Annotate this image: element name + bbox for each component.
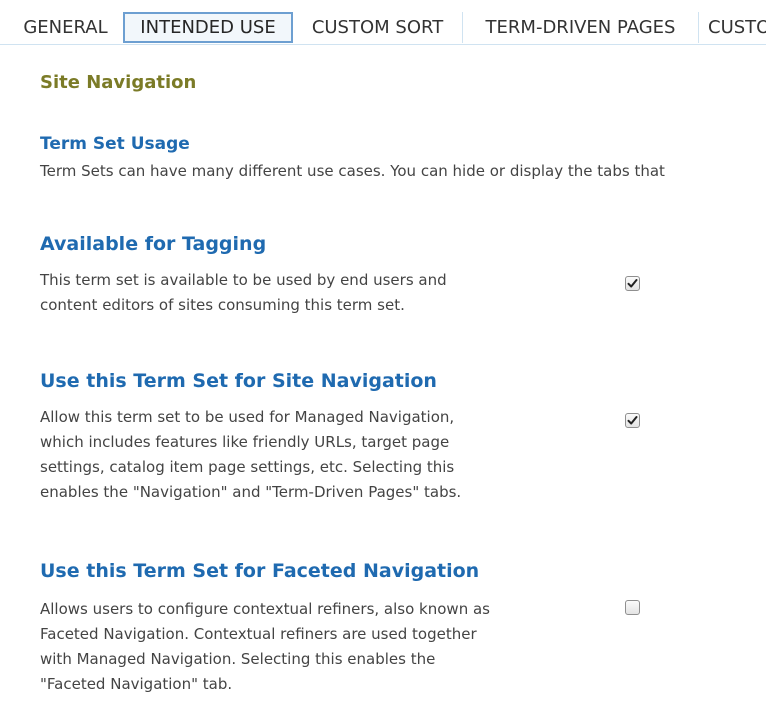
description-line: Faceted Navigation. Contextual refiners … xyxy=(40,625,477,643)
available-for-tagging-description: This term set is available to be used by… xyxy=(40,268,447,318)
description-line: which includes features like friendly UR… xyxy=(40,433,450,451)
faceted-navigation-usage-checkbox[interactable] xyxy=(625,600,640,615)
term-set-usage-description: Term Sets can have many different use ca… xyxy=(40,162,665,180)
term-set-settings-page: GENERAL INTENDED USE CUSTOM SORT TERM-DR… xyxy=(0,0,766,711)
description-line: with Managed Navigation. Selecting this … xyxy=(40,650,436,668)
tab-strip: GENERAL INTENDED USE CUSTOM SORT TERM-DR… xyxy=(0,12,766,45)
site-navigation-usage-checkbox[interactable] xyxy=(625,413,640,428)
term-set-usage-title: Term Set Usage xyxy=(40,134,190,154)
checkmark-icon xyxy=(627,416,638,425)
tab-intended-use[interactable]: INTENDED USE xyxy=(123,12,293,43)
available-for-tagging-title: Available for Tagging xyxy=(40,233,267,255)
site-navigation-usage-title: Use this Term Set for Site Navigation xyxy=(40,370,437,392)
tab-custom-properties[interactable]: CUSTOM PROPERTIES xyxy=(699,12,766,43)
description-line: "Faceted Navigation" tab. xyxy=(40,675,233,693)
description-line: Allows users to configure contextual ref… xyxy=(40,600,490,618)
available-for-tagging-checkbox[interactable] xyxy=(625,276,640,291)
description-line: This term set is available to be used by… xyxy=(40,271,447,289)
faceted-navigation-usage-title: Use this Term Set for Faceted Navigation xyxy=(40,560,480,582)
tab-term-driven-pages[interactable]: TERM-DRIVEN PAGES xyxy=(463,12,699,43)
description-line: settings, catalog item page settings, et… xyxy=(40,458,455,476)
checkmark-icon xyxy=(627,279,638,288)
site-navigation-usage-description: Allow this term set to be used for Manag… xyxy=(40,405,461,505)
description-line: content editors of sites consuming this … xyxy=(40,296,405,314)
description-line: Allow this term set to be used for Manag… xyxy=(40,408,455,426)
tab-custom-sort[interactable]: CUSTOM SORT xyxy=(293,12,463,43)
description-line: enables the "Navigation" and "Term-Drive… xyxy=(40,483,462,501)
faceted-navigation-usage-description: Allows users to configure contextual ref… xyxy=(40,597,490,697)
site-navigation-heading: Site Navigation xyxy=(40,72,197,93)
tab-general[interactable]: GENERAL xyxy=(8,12,124,43)
